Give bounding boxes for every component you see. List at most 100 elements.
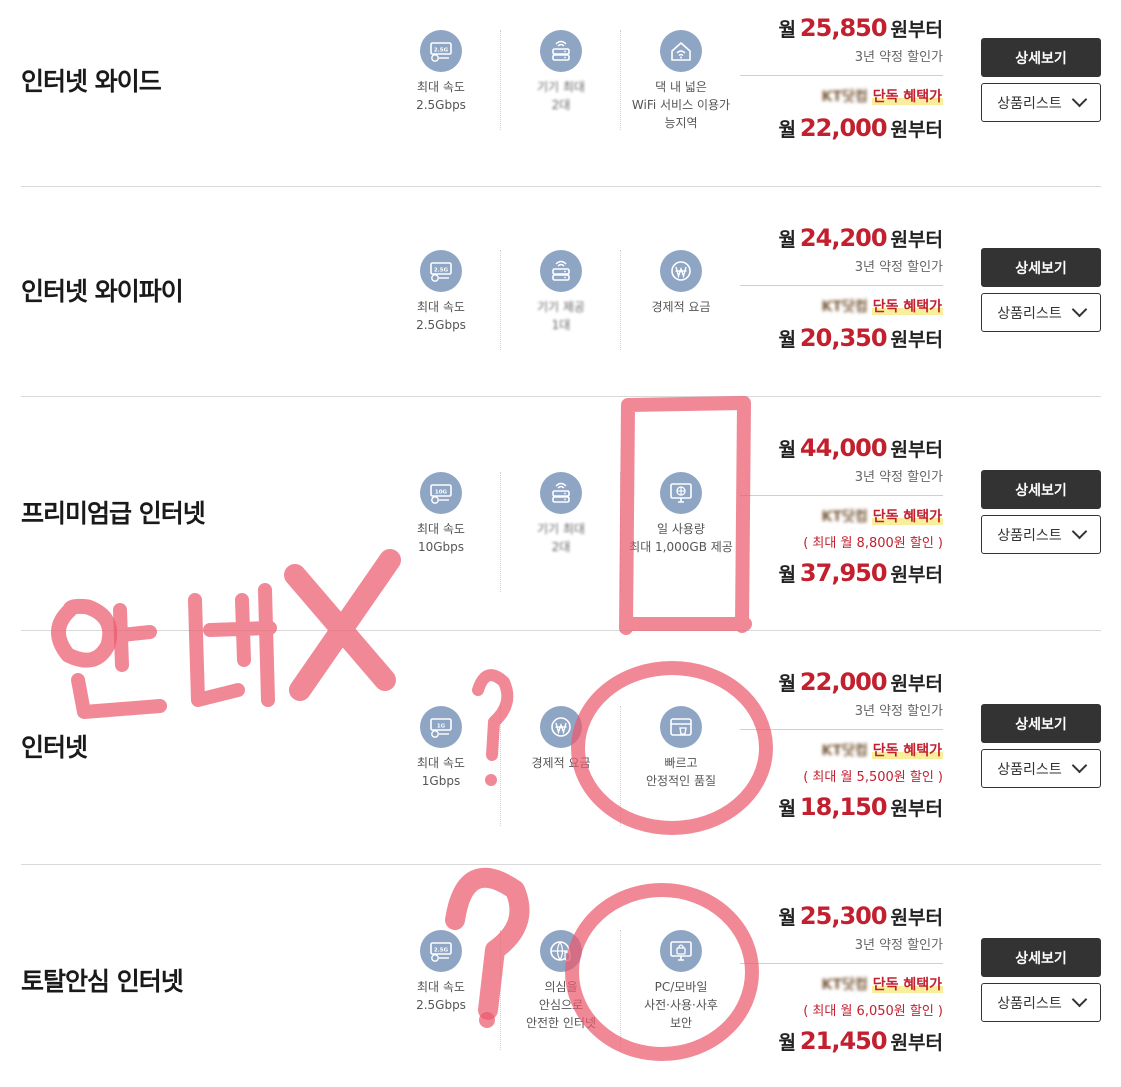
product-title: 프리미엄급 인터넷 (21, 499, 206, 528)
router-icon (540, 250, 582, 292)
feature-label: 최대 속도 2.5Gbps (416, 80, 466, 112)
feature-item: 2.5G 최대 속도 2.5Gbps (381, 30, 501, 114)
product-title: 인터넷 와이드 (21, 67, 162, 96)
price-divider (740, 729, 943, 730)
price-amount: 44,000 (799, 434, 888, 462)
exclusive-label: 단독 혜택가 (871, 977, 943, 993)
price-amount: 22,000 (799, 114, 888, 142)
exclusive-label: 단독 혜택가 (871, 509, 943, 525)
price-divider (740, 285, 943, 286)
discount-note: ( 최대 월 6,050원 할인 ) (803, 1004, 943, 1019)
price-suffix: 원부터 (890, 439, 943, 461)
discount-note: ( 최대 월 8,800원 할인 ) (803, 536, 943, 551)
price-suffix: 원부터 (890, 329, 943, 351)
exclusive-label: 단독 혜택가 (871, 743, 943, 759)
product-list-button[interactable]: 상품리스트 (981, 293, 1101, 332)
feature-label: 최대 속도 10Gbps (417, 522, 465, 554)
exclusive-brand: KT닷컴 (821, 977, 868, 993)
feature-divider (500, 472, 501, 592)
feature-item: 1G 최대 속도 1Gbps (381, 706, 501, 790)
detail-button[interactable]: 상세보기 (981, 470, 1101, 509)
price-prefix: 월 (778, 1032, 796, 1054)
regular-price: 월 24,200 원부터 (740, 224, 943, 252)
contract-note: 3년 약정 할인가 (854, 470, 943, 485)
feature-label: PC/모바일 사전·사용·사후 보안 (644, 980, 718, 1030)
product-list-button[interactable]: 상품리스트 (981, 749, 1101, 788)
svg-text:2.5G: 2.5G (434, 48, 449, 54)
price-prefix: 월 (778, 439, 796, 461)
exclusive-brand: KT닷컴 (821, 299, 868, 315)
feature-label: 일 사용량 최대 1,000GB 제공 (629, 522, 733, 554)
feature-item: 빠르고 안정적인 품질 (621, 706, 741, 790)
router-icon (540, 30, 582, 72)
regular-price: 월 25,850 원부터 (740, 14, 943, 42)
detail-button[interactable]: 상세보기 (981, 38, 1101, 77)
speed-2.5g-icon: 2.5G (420, 250, 462, 292)
svg-text:1G: 1G (437, 724, 446, 730)
globe-monitor-icon (660, 472, 702, 514)
feature-divider (500, 30, 501, 130)
regular-price: 월 25,300 원부터 (740, 902, 943, 930)
speed-2.5g-icon: 2.5G (420, 930, 462, 972)
feature-label: 경제적 요금 (531, 756, 591, 770)
product-list-label: 상품리스트 (997, 527, 1062, 544)
contract-note: 3년 약정 할인가 (854, 704, 943, 719)
discount-note: ( 최대 월 5,500원 할인 ) (803, 770, 943, 785)
price-suffix: 원부터 (890, 907, 943, 929)
product-list-button[interactable]: 상품리스트 (981, 983, 1101, 1022)
feature-divider (620, 250, 621, 350)
speed-2.5g-icon: 2.5G (420, 30, 462, 72)
product-list-button[interactable]: 상품리스트 (981, 515, 1101, 554)
chevron-down-icon (1071, 991, 1087, 1008)
feature-label: 기기 최대 2대 (537, 522, 585, 554)
price-amount: 25,300 (799, 902, 888, 930)
chevron-down-icon (1071, 523, 1087, 540)
price-amount: 22,000 (799, 668, 888, 696)
contract-note: 3년 약정 할인가 (854, 938, 943, 953)
exclusive-label: 단독 혜택가 (871, 299, 943, 315)
price-prefix: 월 (778, 798, 796, 820)
feature-item: 2.5G 최대 속도 2.5Gbps (381, 250, 501, 334)
exclusive-brand: KT닷컴 (821, 89, 868, 105)
chevron-down-icon (1071, 301, 1087, 318)
feature-divider (500, 706, 501, 826)
detail-button[interactable]: 상세보기 (981, 704, 1101, 743)
price-prefix: 월 (778, 907, 796, 929)
price-block: 월 25,300 원부터 3년 약정 할인가 KT닷컴 단독 혜택가( 최대 월 6,05… (740, 902, 943, 1055)
home-wifi-icon (660, 30, 702, 72)
detail-button[interactable]: 상세보기 (981, 248, 1101, 287)
svg-text:2.5G: 2.5G (434, 268, 449, 274)
feature-divider (500, 930, 501, 1050)
contract-note: 3년 약정 할인가 (854, 50, 943, 65)
regular-price: 월 22,000 원부터 (740, 668, 943, 696)
feature-divider (620, 930, 621, 1050)
svg-text:10G: 10G (435, 490, 448, 496)
regular-price: 월 44,000 원부터 (740, 434, 943, 462)
chevron-down-icon (1071, 91, 1087, 108)
annotation-text (51, 549, 401, 719)
price-divider (740, 495, 943, 496)
price-block: 월 24,200 원부터 3년 약정 할인가 KT닷컴 단독 혜택가 월 20,350 원부터 (740, 224, 943, 352)
feature-label: 최대 속도 2.5Gbps (416, 300, 466, 332)
feature-item: PC/모바일 사전·사용·사후 보안 (621, 930, 741, 1032)
price-block: 월 25,850 원부터 3년 약정 할인가 KT닷컴 단독 혜택가 월 22,000 원부터 (740, 14, 943, 142)
feature-label: 의심을 안심으로 안전한 인터넷 (525, 980, 597, 1030)
product-list-button[interactable]: 상품리스트 (981, 83, 1101, 122)
product-list-label: 상품리스트 (997, 995, 1062, 1012)
detail-button[interactable]: 상세보기 (981, 938, 1101, 977)
feature-label: 경제적 요금 (651, 300, 711, 314)
feature-divider (620, 706, 621, 826)
price-suffix: 원부터 (890, 673, 943, 695)
exclusive-brand: KT닷컴 (821, 509, 868, 525)
price-block: 월 22,000 원부터 3년 약정 할인가 KT닷컴 단독 혜택가( 최대 월 5,50… (740, 668, 943, 821)
exclusive-badge: KT닷컴 단독 혜택가 (740, 506, 943, 526)
price-suffix: 원부터 (890, 229, 943, 251)
feature-item: 기기 최대 2대 (501, 472, 621, 556)
product-title: 토탈안심 인터넷 (21, 967, 184, 996)
price-amount: 25,850 (799, 14, 888, 42)
feature-item: 2.5G 최대 속도 2.5Gbps (381, 930, 501, 1014)
feature-label: 최대 속도 2.5Gbps (416, 980, 466, 1012)
price-prefix: 월 (778, 229, 796, 251)
price-suffix: 원부터 (890, 564, 943, 586)
row-divider (21, 864, 1101, 865)
